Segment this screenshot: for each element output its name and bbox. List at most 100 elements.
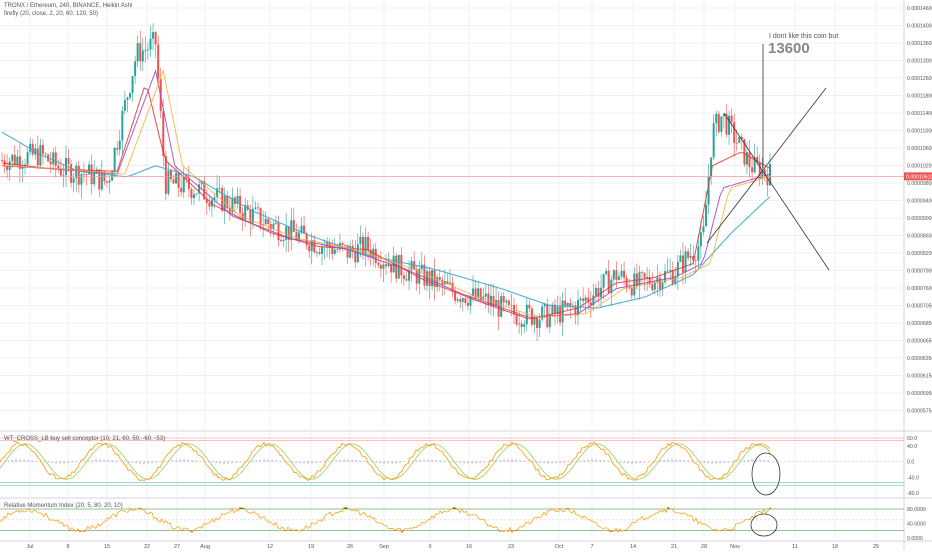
candle-body (228, 208, 231, 213)
candle-body (116, 147, 119, 150)
time-tick-label: 18 (832, 544, 838, 550)
wt-tick-label: 60.0 (907, 436, 917, 442)
rmi-indicator-title: Relative Momentum Index (20, 5, 80, 20, … (4, 503, 123, 509)
candle-body (180, 187, 183, 193)
price-tick-label: 0.00014600 (907, 6, 932, 12)
candle-body (310, 240, 313, 252)
candle-body (717, 113, 720, 132)
candle-body (105, 181, 108, 183)
candle-body (90, 164, 93, 185)
candle-body (625, 277, 628, 288)
time-tick-label: 27 (174, 544, 180, 550)
time-tick-label: 12 (267, 544, 273, 550)
candle-body (402, 275, 405, 280)
candle-body (167, 170, 170, 194)
time-tick-label: 9 (428, 544, 431, 550)
time-tick-label: Jul (26, 544, 33, 550)
candle-body (594, 287, 597, 296)
candle-body (612, 270, 615, 280)
candle-body (172, 179, 175, 184)
annotation-text[interactable]: I dont like this coin but (769, 33, 838, 40)
candle-body (152, 32, 155, 39)
candle-body (113, 147, 116, 172)
candle-body (254, 207, 257, 209)
candle-body (349, 245, 352, 258)
candle-body (364, 236, 367, 255)
candle-body (72, 178, 75, 183)
candle-body (267, 218, 270, 225)
last-price-label: 0.00010610 (906, 174, 932, 180)
candle-body (733, 121, 736, 143)
candle-body (536, 317, 539, 329)
price-tick-label: 0.00005950 (907, 391, 932, 397)
candle-body (538, 319, 541, 329)
candle-body (303, 225, 306, 234)
time-tick-label: Sep (379, 544, 389, 550)
candle-body (177, 173, 180, 188)
candle-body (292, 220, 295, 232)
candle-body (423, 264, 426, 286)
candle-body (67, 158, 70, 165)
candle-body (274, 222, 277, 224)
candle-body (738, 136, 741, 144)
candle-body (551, 304, 554, 315)
price-tick-label: 0.00006650 (907, 339, 932, 345)
candle-body (438, 277, 441, 280)
candle-body (697, 246, 700, 261)
time-tick-label: 22 (144, 544, 150, 550)
candle-body (82, 174, 85, 176)
candle-body (123, 99, 126, 111)
candle-body (712, 123, 715, 158)
candle-body (341, 243, 344, 246)
candle-body (175, 173, 178, 184)
rmi-circle-highlight (750, 513, 778, 537)
candle-body (62, 175, 65, 176)
time-tick-label: 7 (590, 544, 593, 550)
time-tick-label: Aug (200, 544, 210, 550)
candle-body (333, 249, 336, 254)
candle-body (377, 263, 380, 265)
candle-body (249, 209, 252, 223)
price-tick-label: 0.00007600 (907, 286, 932, 292)
candle-body (13, 154, 16, 165)
trading-chart[interactable]: 0.00014600 0.00014000 0.00013600 0.00013000… (0, 0, 932, 550)
candle-body (533, 317, 536, 325)
price-tick-label: 0.00013000 (907, 59, 932, 65)
candle-body (131, 76, 134, 94)
candle-body (108, 180, 111, 183)
candle-body (484, 293, 487, 297)
candle-body (641, 272, 643, 274)
candle-body (257, 207, 259, 209)
annotation-value[interactable]: 13600 (768, 40, 810, 57)
candle-body (630, 288, 633, 296)
candle-body (715, 113, 718, 124)
wt-tick-label: -80.0 (907, 491, 919, 497)
candle-body (44, 153, 47, 155)
rmi-tick-label: 80.0000 (907, 507, 926, 513)
candle-body (136, 43, 139, 62)
candle-body (134, 61, 137, 77)
candle-body (500, 295, 503, 317)
time-tick-label: 14 (630, 544, 636, 550)
price-tick-label: 0.00007900 (907, 269, 932, 275)
candle-body (195, 193, 198, 195)
candle-body (720, 116, 723, 132)
candle-body (187, 178, 190, 190)
time-tick-label: 19 (308, 544, 314, 550)
candle-body (633, 273, 636, 296)
candle-body (584, 297, 587, 302)
candle-body (336, 249, 339, 251)
candle-body (387, 264, 390, 267)
price-tick-label: 0.00009400 (907, 199, 932, 205)
candle-body (617, 276, 620, 280)
candle-body (11, 154, 14, 162)
price-tick-label: 0.00006850 (907, 321, 932, 327)
candle-body (6, 166, 9, 171)
candle-body (684, 251, 687, 273)
candle-body (605, 270, 608, 275)
candle-body (52, 152, 55, 165)
candle-body (126, 97, 129, 100)
candle-body (702, 226, 705, 233)
candle-body (218, 188, 221, 189)
candle-body (169, 170, 172, 180)
